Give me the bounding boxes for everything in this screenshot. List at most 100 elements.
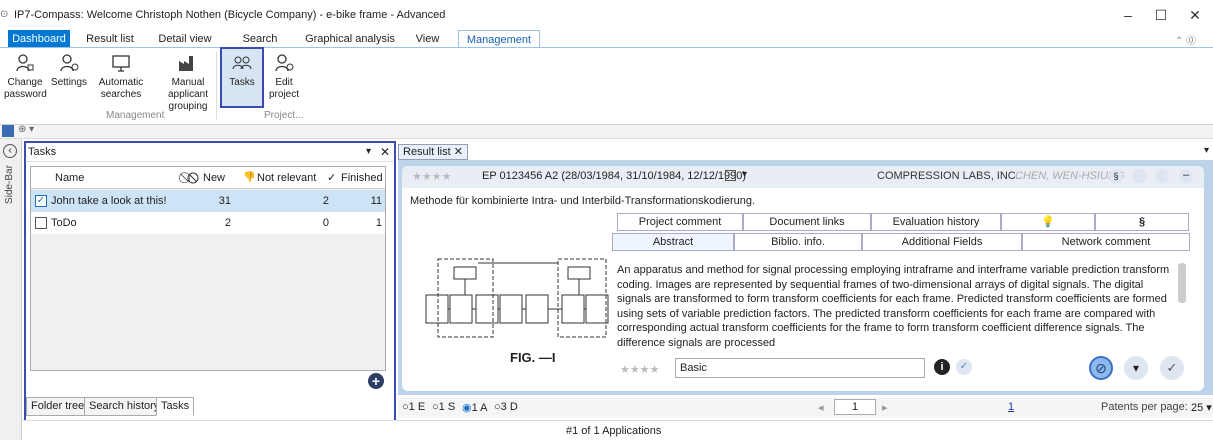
col-finished[interactable]: Finished bbox=[341, 167, 383, 189]
tab-detail-view[interactable]: Detail view bbox=[155, 30, 215, 48]
manual-applicant-label-2: grouping bbox=[168, 101, 208, 112]
rating-value: Basic bbox=[680, 362, 707, 374]
grid-header: Name ⃠ New 👎 Not relevant ✓ Finished bbox=[31, 167, 385, 189]
tab-management[interactable]: Management bbox=[458, 30, 540, 48]
tab-lightbulb[interactable]: 💡 bbox=[1001, 213, 1095, 231]
collapse-icon[interactable]: – bbox=[1179, 169, 1193, 183]
page-value: 1 bbox=[851, 401, 859, 413]
ribbon-collapse-icon[interactable]: ⌃ ⓪ bbox=[1175, 32, 1196, 47]
tab-project-comment[interactable]: Project comment bbox=[617, 213, 743, 231]
task-new: 2 bbox=[224, 217, 231, 229]
next-page-icon[interactable]: ▸ bbox=[882, 401, 888, 414]
col-not-relevant[interactable]: Not relevant bbox=[257, 167, 316, 189]
radio-1s[interactable]: ○1 S bbox=[432, 401, 455, 413]
tab-network-comment[interactable]: Network comment bbox=[1022, 233, 1190, 251]
settings-button[interactable]: Settings bbox=[48, 52, 90, 89]
row-checkbox[interactable] bbox=[35, 217, 47, 229]
result-list-tab[interactable]: Result list ✕ bbox=[398, 144, 468, 160]
patent-reference[interactable]: EP 0123456 A2 (28/03/1984, 31/10/1984, 1… bbox=[482, 170, 746, 182]
info-icon[interactable]: i bbox=[934, 359, 950, 375]
tab-search-history[interactable]: Search history bbox=[84, 397, 165, 416]
automatic-searches-button[interactable]: Automatic searches bbox=[93, 52, 149, 101]
task-new: 31 bbox=[218, 195, 231, 207]
tasks-ribbon-button[interactable]: Tasks bbox=[222, 52, 262, 89]
tab-abstract[interactable]: Abstract bbox=[612, 233, 734, 251]
panel-close-icon[interactable]: ✕ bbox=[380, 145, 390, 159]
result-list-close-icon[interactable]: ✕ bbox=[454, 146, 463, 158]
manual-applicant-grouping-button[interactable]: Manual applicant grouping bbox=[152, 52, 224, 113]
tasks-panel-header: Tasks ▾ ✕ bbox=[26, 144, 394, 162]
page-total-link[interactable]: 1 bbox=[1008, 401, 1014, 413]
thumbs-down-small-icon[interactable]: ▾ bbox=[742, 169, 747, 180]
tab-additional-fields[interactable]: Additional Fields bbox=[862, 233, 1022, 251]
tab-tasks[interactable]: Tasks bbox=[156, 397, 195, 416]
add-task-icon[interactable]: + bbox=[368, 373, 384, 389]
check-small-icon[interactable]: ✓ bbox=[956, 359, 972, 375]
minimize-button[interactable]: – bbox=[1113, 4, 1143, 26]
edit-project-label-1: Edit bbox=[275, 77, 293, 88]
tab-graphical-analysis[interactable]: Graphical analysis bbox=[300, 30, 400, 48]
page-input[interactable]: 1 bbox=[834, 399, 876, 415]
rating-input[interactable]: Basic bbox=[675, 358, 925, 378]
figure-caption: FIG. —I bbox=[510, 350, 556, 365]
radio-1e-label: 1 E bbox=[408, 401, 426, 413]
group-label-project: Project... bbox=[264, 110, 304, 121]
abstract-scrollbar[interactable] bbox=[1178, 263, 1186, 303]
rating-stars[interactable]: ★★★★ bbox=[620, 363, 659, 376]
col-new[interactable]: New bbox=[203, 167, 225, 189]
quick-access-bar: ⊕ ▾ bbox=[0, 124, 1213, 139]
table-row[interactable]: ✓ John take a look at this! 31 2 11 bbox=[31, 190, 385, 212]
tab-evaluation-history[interactable]: Evaluation history bbox=[871, 213, 1001, 231]
change-password-label-2: password bbox=[4, 89, 47, 100]
acrobat-icon[interactable] bbox=[1132, 169, 1146, 183]
collapse-sidebar-icon[interactable]: ‹ bbox=[3, 144, 17, 158]
sidebar-label: Side-Bar bbox=[3, 165, 15, 204]
change-password-button[interactable]: Change password bbox=[4, 52, 47, 101]
status-bar: #1 of 1 Applications bbox=[22, 420, 1213, 440]
radio-1a[interactable]: ◉1 A bbox=[462, 401, 488, 414]
finished-button[interactable]: ✓ bbox=[1160, 356, 1184, 380]
tab-document-links[interactable]: Document links bbox=[743, 213, 871, 231]
tab-dashboard[interactable]: Dashboard bbox=[8, 30, 70, 48]
edit-project-button[interactable]: Edit project bbox=[266, 52, 302, 101]
tab-result-list[interactable]: Result list bbox=[80, 30, 140, 48]
pdf-icon[interactable] bbox=[725, 170, 736, 181]
row-checkbox[interactable]: ✓ bbox=[35, 195, 47, 207]
radio-1s-label: 1 S bbox=[438, 401, 456, 413]
pin-icon[interactable] bbox=[2, 125, 14, 137]
thumbs-down-button[interactable]: ▾ bbox=[1124, 356, 1148, 380]
rating-stars-header[interactable]: ★★★★ bbox=[412, 170, 451, 183]
abstract-text: An apparatus and method for signal proce… bbox=[617, 264, 1170, 349]
edit-project-label-2: project bbox=[268, 89, 299, 100]
close-button[interactable]: ✕ bbox=[1180, 4, 1210, 26]
patents-per-page-value: 25 bbox=[1191, 402, 1204, 414]
automatic-searches-label-2: searches bbox=[100, 89, 142, 100]
change-password-label-1: Change bbox=[7, 77, 43, 88]
tab-biblio-info[interactable]: Biblio. info. bbox=[734, 233, 862, 251]
not-relevant-button[interactable]: ⊘ bbox=[1089, 356, 1113, 380]
group-label-management: Management bbox=[106, 110, 165, 121]
task-finished: 1 bbox=[375, 217, 382, 229]
section-icon[interactable]: § bbox=[1109, 169, 1123, 183]
radio-3d-label: 3 D bbox=[500, 401, 518, 413]
tab-search[interactable]: Search bbox=[235, 30, 285, 48]
applicant-name: COMPRESSION LABS, INC. bbox=[877, 170, 1019, 182]
result-bottom-bar: ○1 E ○1 S ◉1 A ○3 D ◂ 1 ▸ 1 Patents per … bbox=[398, 398, 1213, 418]
prev-page-icon[interactable]: ◂ bbox=[818, 401, 824, 414]
quick-access-icon[interactable]: ⊕ ▾ bbox=[18, 124, 34, 135]
tab-view[interactable]: View bbox=[410, 30, 445, 48]
document-icon[interactable] bbox=[1155, 169, 1169, 183]
tab-section[interactable]: § bbox=[1095, 213, 1189, 231]
patents-per-page-select[interactable]: 25 ▾ bbox=[1191, 401, 1212, 414]
manual-applicant-label-1: Manual applicant bbox=[167, 77, 209, 100]
panel-dropdown-icon[interactable]: ▾ bbox=[366, 146, 371, 157]
tab-folder-tree[interactable]: Folder tree bbox=[26, 397, 90, 416]
col-name[interactable]: Name bbox=[55, 167, 84, 189]
result-list-menu-icon[interactable]: ▾ bbox=[1204, 145, 1209, 156]
radio-1e[interactable]: ○1 E bbox=[402, 401, 425, 413]
table-row[interactable]: ToDo 2 0 1 bbox=[31, 212, 385, 234]
radio-3d[interactable]: ○3 D bbox=[494, 401, 518, 413]
app-icon: ⊙ bbox=[0, 9, 9, 20]
inventor-name: CHEN, WEN-HSIUNG bbox=[1015, 170, 1125, 182]
maximize-button[interactable]: ☐ bbox=[1146, 4, 1176, 26]
